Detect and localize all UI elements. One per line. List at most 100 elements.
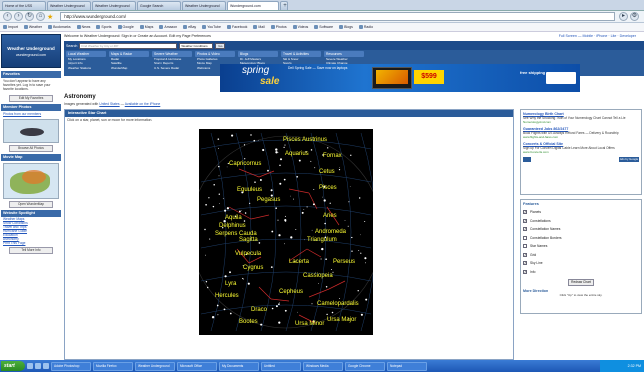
star[interactable] xyxy=(350,154,352,156)
taskbar-window-button[interactable]: Notepad xyxy=(387,361,427,371)
browser-tab[interactable]: Weather Underground xyxy=(92,1,136,10)
bookmark-star-icon[interactable]: ★ xyxy=(47,13,53,21)
star[interactable] xyxy=(298,159,301,162)
star[interactable] xyxy=(303,209,305,210)
star[interactable] xyxy=(279,164,281,167)
star[interactable] xyxy=(318,283,319,284)
star[interactable] xyxy=(209,238,211,240)
constellation-label[interactable]: Sagitta xyxy=(239,237,258,243)
bookmark-item[interactable]: Blogs xyxy=(339,25,353,29)
star[interactable] xyxy=(231,134,234,137)
star[interactable] xyxy=(223,308,226,311)
star[interactable] xyxy=(284,215,286,217)
breadcrumb-link-iphone[interactable]: Available on the iPhone xyxy=(125,102,161,106)
browse-photos-button[interactable]: Browse All Photos xyxy=(9,144,53,152)
star[interactable] xyxy=(211,316,215,319)
constellation-label[interactable]: Ursa Minor xyxy=(295,321,324,327)
page-menu-icon[interactable]: ▸ xyxy=(619,12,628,21)
feature-option[interactable]: ✓ Sky Line xyxy=(523,259,639,268)
star[interactable] xyxy=(295,229,297,230)
google-ad-item[interactable]: Numerology Birth Chart See Why the Shocki… xyxy=(523,112,639,124)
star[interactable] xyxy=(365,262,366,264)
star[interactable] xyxy=(325,286,328,288)
search-type-select[interactable]: Weather Conditions xyxy=(179,42,214,49)
star[interactable] xyxy=(297,311,298,313)
star[interactable] xyxy=(217,138,220,140)
browser-tab[interactable]: Wunderground.com xyxy=(227,1,279,10)
star[interactable] xyxy=(284,144,286,146)
star[interactable] xyxy=(275,207,277,209)
star[interactable] xyxy=(244,158,246,160)
constellation-label[interactable]: Lacerta xyxy=(289,259,310,265)
taskbar-window-button[interactable]: Google Chrome xyxy=(345,361,385,371)
menu-item[interactable]: Weather Stations xyxy=(66,66,106,70)
bookmark-item[interactable]: Maps xyxy=(139,25,153,29)
star[interactable] xyxy=(360,234,361,236)
welcome-links[interactable]: Full Screen — Mobile · iPhone · Lite · D… xyxy=(559,32,636,41)
browser-tab[interactable]: Home of the USS xyxy=(2,1,46,10)
sidebar-photos-link[interactable]: Photos from our members xyxy=(1,111,61,117)
star[interactable] xyxy=(277,219,279,221)
star[interactable] xyxy=(243,144,246,146)
constellation-label[interactable]: Draco xyxy=(251,307,268,313)
star[interactable] xyxy=(219,203,220,204)
star[interactable] xyxy=(250,134,252,136)
star[interactable] xyxy=(207,286,209,289)
star[interactable] xyxy=(277,152,279,153)
star[interactable] xyxy=(322,196,323,198)
taskbar-window-button[interactable]: Mozilla Firefox xyxy=(93,361,133,371)
star[interactable] xyxy=(278,321,281,324)
star[interactable] xyxy=(218,193,220,195)
feature-checkbox[interactable]: ✓ xyxy=(523,218,527,223)
star[interactable] xyxy=(330,269,332,270)
star[interactable] xyxy=(283,146,285,149)
feature-option[interactable]: ✓ Grid xyxy=(523,251,639,260)
bookmark-item[interactable]: Photos xyxy=(270,25,287,29)
star[interactable] xyxy=(365,298,368,301)
constellation-label[interactable]: Vulpecula xyxy=(235,251,262,257)
google-ad-url[interactable]: www.Concerts.com xyxy=(523,150,639,154)
ads-feedback-icon[interactable] xyxy=(523,157,531,162)
feature-option[interactable]: ✓ Info xyxy=(523,268,639,277)
star[interactable] xyxy=(253,139,256,142)
feature-checkbox[interactable]: ✓ xyxy=(523,252,527,257)
star[interactable] xyxy=(278,234,281,237)
star[interactable] xyxy=(259,179,262,181)
star[interactable] xyxy=(212,205,215,208)
star[interactable] xyxy=(216,304,219,307)
new-tab-icon[interactable]: + xyxy=(280,1,288,10)
bookmark-item[interactable]: Radio xyxy=(358,25,373,29)
address-bar[interactable]: http://www.wunderground.com/ xyxy=(60,12,615,21)
bookmark-item[interactable]: YouTube xyxy=(202,25,221,29)
star[interactable] xyxy=(339,298,341,300)
star[interactable] xyxy=(306,206,308,208)
star[interactable] xyxy=(217,147,219,149)
site-logo[interactable]: Weather Underground wunderground.com xyxy=(1,34,61,68)
star[interactable] xyxy=(326,313,328,316)
constellation-label[interactable]: Cassiopeia xyxy=(303,273,333,279)
feature-option[interactable]: Constellation Borders xyxy=(523,234,639,243)
constellation-label[interactable]: Hercules xyxy=(215,293,239,299)
back-icon[interactable]: ‹ xyxy=(3,12,12,21)
star[interactable] xyxy=(301,211,304,214)
star[interactable] xyxy=(360,252,362,254)
constellation-label[interactable]: Camelopardalis xyxy=(317,301,359,307)
star[interactable] xyxy=(359,197,361,199)
star[interactable] xyxy=(347,225,349,227)
star[interactable] xyxy=(205,203,207,206)
edit-favorites-button[interactable]: Edit My Favorites xyxy=(9,94,53,102)
redraw-chart-button[interactable]: Redraw Chart xyxy=(568,279,594,286)
star[interactable] xyxy=(278,303,280,306)
browser-tab[interactable]: Weather Underground xyxy=(182,1,226,10)
constellation-label[interactable]: Lyra xyxy=(225,281,237,287)
constellation-label[interactable]: Pisces Austrinus xyxy=(283,137,327,143)
star[interactable] xyxy=(247,282,250,285)
banner-ad[interactable]: spring sale Dell Spring Sale — Save now … xyxy=(220,64,580,92)
star-chart[interactable]: Pisces Austrinus Aquarius Capricornus Forna… xyxy=(199,129,373,335)
star[interactable] xyxy=(312,203,315,206)
quicklaunch-media-icon[interactable] xyxy=(43,363,49,369)
star[interactable] xyxy=(213,184,215,186)
constellation-label[interactable]: Aquila xyxy=(225,215,242,221)
star[interactable] xyxy=(290,195,291,197)
feature-checkbox[interactable] xyxy=(523,244,527,249)
